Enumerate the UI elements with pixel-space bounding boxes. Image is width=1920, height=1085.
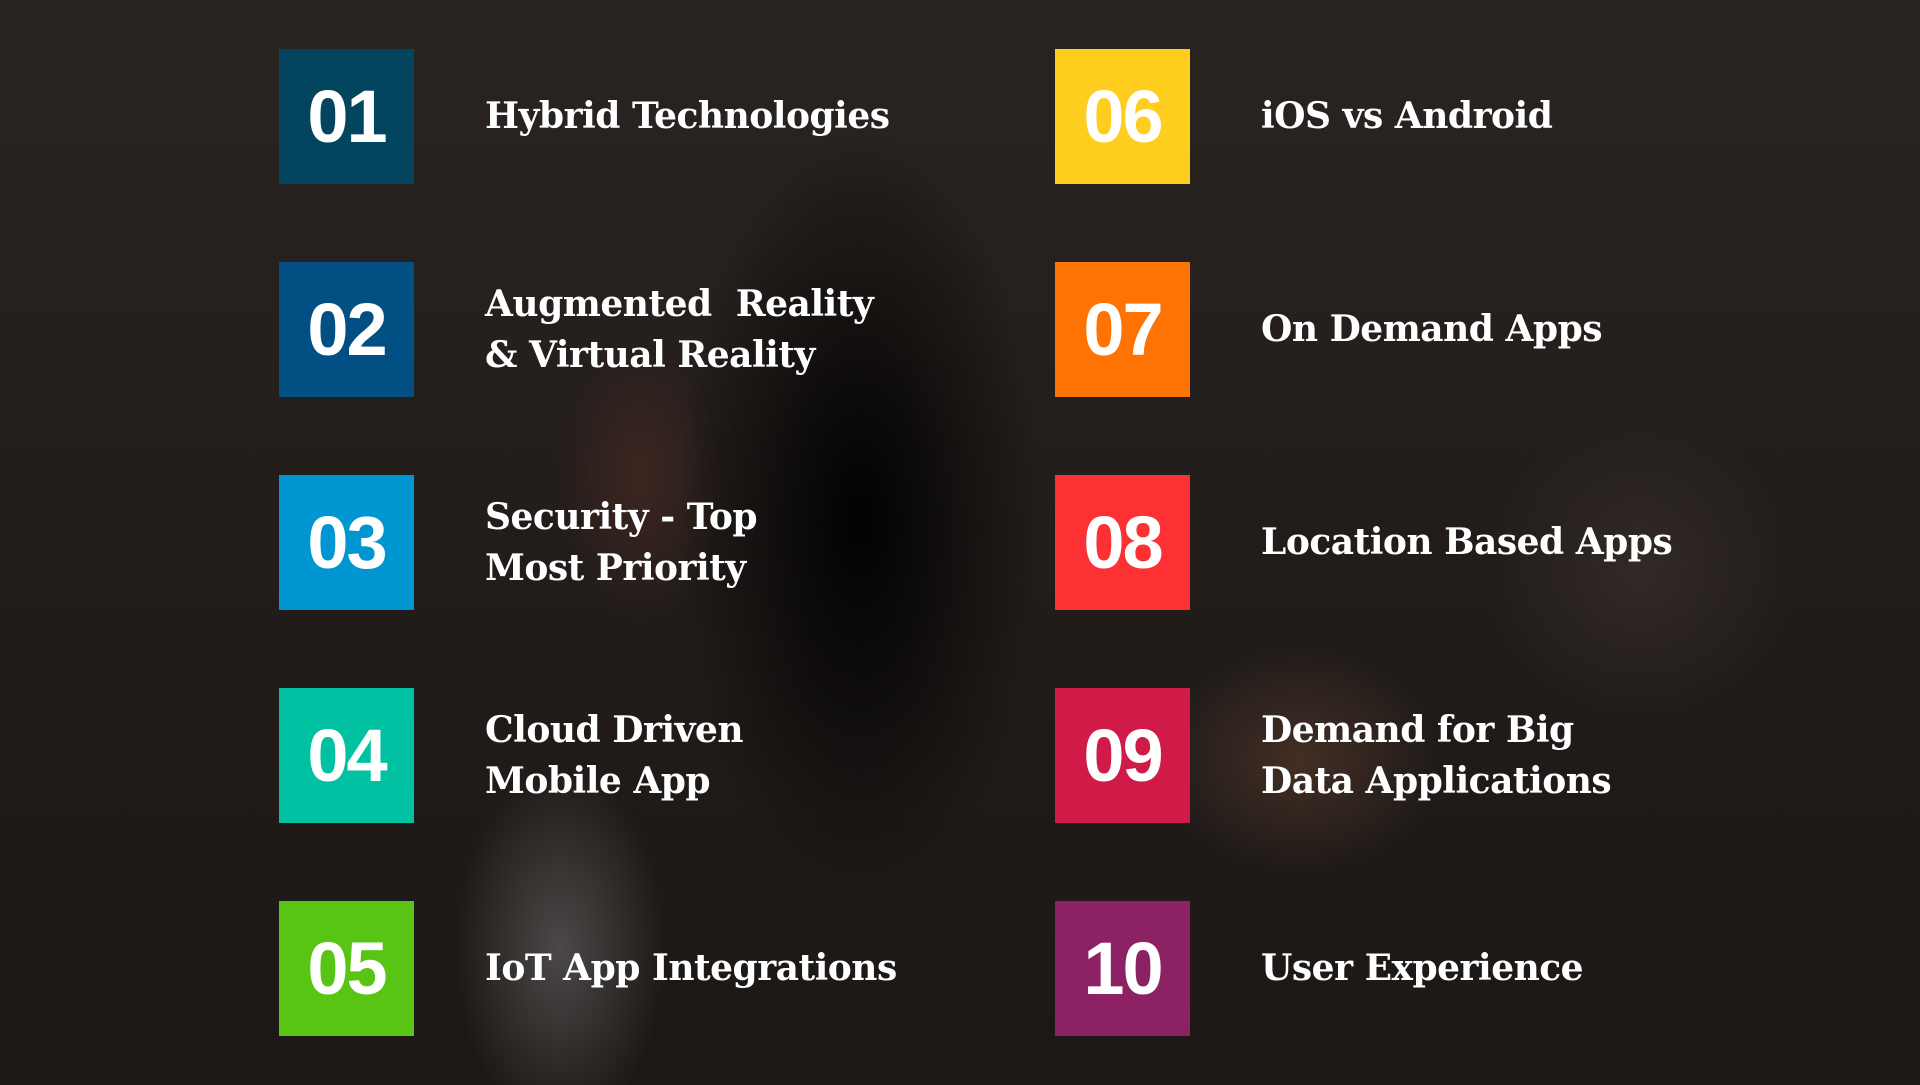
list-item: 07 On Demand Apps [1055,262,1603,397]
number-badge: 01 [279,49,414,184]
item-label: On Demand Apps [1261,308,1603,350]
number-badge: 09 [1055,688,1190,823]
list-item: 05 IoT App Integrations [279,901,897,1036]
item-label: Security - Top Most Priority [485,495,758,589]
number-badge: 10 [1055,901,1190,1036]
item-label: User Experience [1261,947,1584,989]
item-label: Demand for Big Data Applications [1261,708,1612,802]
item-label: Augmented Reality & Virtual Reality [485,282,874,376]
item-label: Hybrid Technologies [485,95,890,137]
item-label: Cloud Driven Mobile App [485,708,744,802]
number-badge: 05 [279,901,414,1036]
item-label: Location Based Apps [1261,521,1673,563]
list-item: 10 User Experience [1055,901,1584,1036]
number-badge: 03 [279,475,414,610]
number-badge: 04 [279,688,414,823]
list-item: 08 Location Based Apps [1055,475,1673,610]
list-item: 06 iOS vs Android [1055,49,1553,184]
item-label: iOS vs Android [1261,95,1553,137]
number-badge: 06 [1055,49,1190,184]
item-label: IoT App Integrations [485,947,897,989]
number-badge: 07 [1055,262,1190,397]
number-badge: 08 [1055,475,1190,610]
list-item: 03 Security - Top Most Priority [279,475,758,610]
number-badge: 02 [279,262,414,397]
list-item: 01 Hybrid Technologies [279,49,890,184]
list-item: 02 Augmented Reality & Virtual Reality [279,262,874,397]
list-item: 04 Cloud Driven Mobile App [279,688,744,823]
list-item: 09 Demand for Big Data Applications [1055,688,1612,823]
